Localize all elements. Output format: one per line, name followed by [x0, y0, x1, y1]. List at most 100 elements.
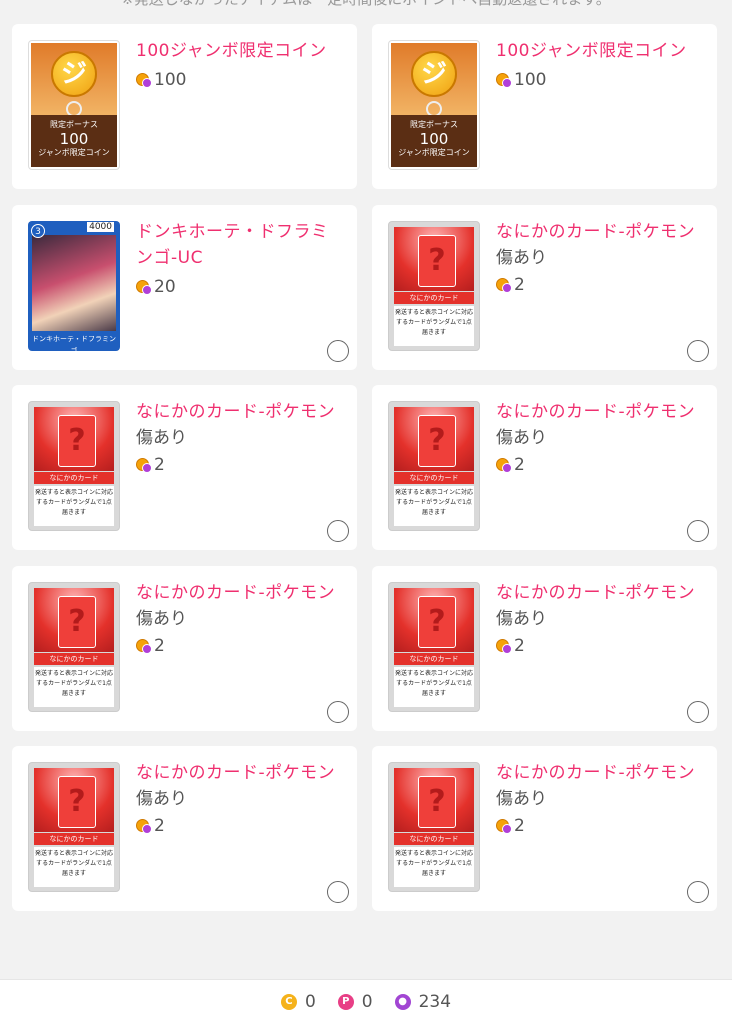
- item-card[interactable]: ? なにかのカード 発送すると表示コインに対応するカードがランダムで1点届きます…: [372, 385, 717, 550]
- thumb-bonus-value: 100: [59, 130, 89, 148]
- select-radio[interactable]: [687, 881, 709, 903]
- coin-icon: [496, 457, 512, 473]
- gem-icon: ●: [394, 994, 411, 1010]
- mystery-card-image: ? なにかのカード 発送すると表示コインに対応するカードがランダムで1点届きます: [388, 401, 480, 531]
- coin-icon: [496, 72, 512, 88]
- item-card[interactable]: ? なにかのカード 発送すると表示コインに対応するカードがランダムで1点届きます…: [12, 746, 357, 911]
- item-price-value: 20: [154, 277, 176, 297]
- coin-emblem-icon: ジ: [411, 51, 457, 97]
- question-mark-icon: ?: [58, 596, 96, 648]
- mystery-card-image: ? なにかのカード 発送すると表示コインに対応するカードがランダムで1点届きます: [388, 762, 480, 892]
- select-radio[interactable]: [687, 701, 709, 723]
- item-price: 2: [496, 273, 525, 297]
- item-condition: 傷あり: [136, 789, 187, 809]
- thumb-text: 発送すると表示コインに対応するカードがランダムで1点届きます: [34, 486, 114, 526]
- item-card[interactable]: ? なにかのカード 発送すると表示コインに対応するカードがランダムで1点届きます…: [12, 385, 357, 550]
- item-price-value: 100: [154, 70, 187, 90]
- item-price: 2: [496, 634, 525, 658]
- thumb-cost: 3: [31, 224, 45, 238]
- select-radio[interactable]: [327, 340, 349, 362]
- thumb-title: ドンキホーテ・ドフラミンゴ: [32, 333, 116, 351]
- item-price: 2: [136, 453, 165, 477]
- mystery-card-image: ? なにかのカード 発送すると表示コインに対応するカードがランダムで1点届きます: [388, 221, 480, 351]
- item-price-value: 2: [514, 636, 525, 656]
- item-name: なにかのカード-ポケモン: [496, 583, 696, 603]
- item-price-value: 2: [154, 636, 165, 656]
- thumb-label: なにかのカード: [34, 833, 114, 845]
- thumb-bonus-type: ジャンボ限定コイン: [38, 148, 110, 157]
- thumb-label: なにかのカード: [394, 472, 474, 484]
- jumbo-coin-image: ジ 限定ボーナス 100 ジャンボ限定コイン: [28, 40, 120, 170]
- jumbo-coin-image: ジ 限定ボーナス 100 ジャンボ限定コイン: [388, 40, 480, 170]
- thumb-power: 4000: [87, 222, 114, 232]
- item-name: ドンキホーテ・ドフラミンゴ-UC: [136, 222, 329, 268]
- question-mark-icon: ?: [58, 776, 96, 828]
- item-price-value: 2: [514, 455, 525, 475]
- select-radio[interactable]: [327, 520, 349, 542]
- select-radio[interactable]: [327, 701, 349, 723]
- item-condition: 傷あり: [496, 789, 547, 809]
- coin-balance: C 0: [280, 992, 316, 1012]
- item-price: 2: [136, 634, 165, 658]
- item-name: なにかのカード-ポケモン: [496, 402, 696, 422]
- item-condition: 傷あり: [496, 428, 547, 448]
- thumb-text: 発送すると表示コインに対応するカードがランダムで1点届きます: [394, 486, 474, 526]
- item-price: 100: [136, 68, 186, 92]
- point-icon: P: [337, 994, 354, 1010]
- thumb-label: なにかのカード: [394, 292, 474, 304]
- gem-value: 234: [418, 992, 452, 1012]
- thumb-bonus-value: 100: [419, 130, 449, 148]
- item-price-value: 2: [514, 816, 525, 836]
- coin-icon: [496, 638, 512, 654]
- balance-footer: C 0 P 0 ● 234: [0, 979, 732, 1024]
- item-price-value: 2: [514, 275, 525, 295]
- item-name: なにかのカード-ポケモン: [136, 763, 336, 783]
- item-price: 2: [136, 814, 165, 838]
- item-card: ジ 限定ボーナス 100 ジャンボ限定コイン 100ジャンボ限定コイン 100: [12, 24, 357, 189]
- item-price: 100: [496, 68, 546, 92]
- mystery-card-image: ? なにかのカード 発送すると表示コインに対応するカードがランダムで1点届きます: [28, 401, 120, 531]
- item-name: なにかのカード-ポケモン: [136, 402, 336, 422]
- item-price: 2: [496, 453, 525, 477]
- item-card[interactable]: ? なにかのカード 発送すると表示コインに対応するカードがランダムで1点届きます…: [372, 566, 717, 731]
- item-card[interactable]: ? なにかのカード 発送すると表示コインに対応するカードがランダムで1点届きます…: [12, 566, 357, 731]
- thumb-label: なにかのカード: [394, 833, 474, 845]
- thumb-text: 発送すると表示コインに対応するカードがランダムで1点届きます: [34, 847, 114, 887]
- thumb-text: 発送すると表示コインに対応するカードがランダムで1点届きます: [394, 667, 474, 707]
- question-mark-icon: ?: [418, 596, 456, 648]
- thumb-text: 発送すると表示コインに対応するカードがランダムで1点届きます: [394, 847, 474, 887]
- item-name: なにかのカード-ポケモン: [136, 583, 336, 603]
- coin-icon: C: [280, 994, 297, 1010]
- mystery-card-image: ? なにかのカード 発送すると表示コインに対応するカードがランダムで1点届きます: [28, 762, 120, 892]
- select-radio[interactable]: [687, 520, 709, 542]
- item-name: なにかのカード-ポケモン: [496, 222, 696, 242]
- item-card[interactable]: ? なにかのカード 発送すると表示コインに対応するカードがランダムで1点届きます…: [372, 205, 717, 370]
- coin-icon: [496, 277, 512, 293]
- item-card[interactable]: ? なにかのカード 発送すると表示コインに対応するカードがランダムで1点届きます…: [372, 746, 717, 911]
- question-mark-icon: ?: [58, 415, 96, 467]
- question-mark-icon: ?: [418, 235, 456, 287]
- onepiece-card-image: 3 4000 ドンキホーテ・ドフラミンゴ: [28, 221, 120, 351]
- thumb-bonus-type: ジャンボ限定コイン: [398, 148, 470, 157]
- select-radio[interactable]: [327, 881, 349, 903]
- item-condition: 傷あり: [136, 609, 187, 629]
- coin-icon: [496, 818, 512, 834]
- item-condition: 傷あり: [496, 248, 547, 268]
- thumb-label: なにかのカード: [394, 653, 474, 665]
- coin-value: 0: [304, 992, 316, 1012]
- thumb-label: なにかのカード: [34, 472, 114, 484]
- select-radio[interactable]: [687, 340, 709, 362]
- item-condition: 傷あり: [496, 609, 547, 629]
- item-price-value: 2: [154, 455, 165, 475]
- point-balance: P 0: [337, 992, 373, 1012]
- item-price-value: 2: [154, 816, 165, 836]
- question-mark-icon: ?: [418, 415, 456, 467]
- coin-icon: [136, 279, 152, 295]
- coin-icon: [136, 457, 152, 473]
- item-condition: 傷あり: [136, 428, 187, 448]
- coin-icon: [136, 72, 152, 88]
- item-card[interactable]: 3 4000 ドンキホーテ・ドフラミンゴ ドンキホーテ・ドフラミンゴ-UC 20: [12, 205, 357, 370]
- question-mark-icon: ?: [418, 776, 456, 828]
- mystery-card-image: ? なにかのカード 発送すると表示コインに対応するカードがランダムで1点届きます: [388, 582, 480, 712]
- thumb-text: 発送すると表示コインに対応するカードがランダムで1点届きます: [34, 667, 114, 707]
